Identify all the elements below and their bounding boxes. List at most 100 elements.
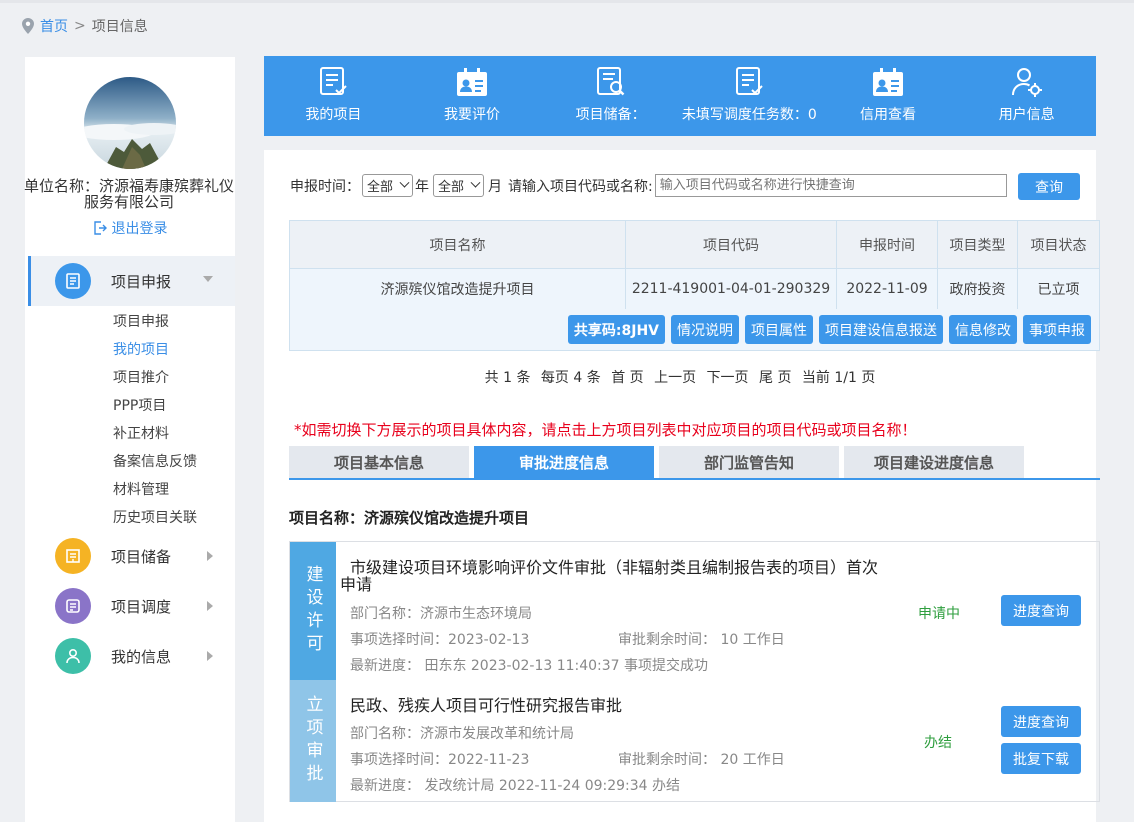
- breadcrumb-current: 项目信息: [91, 19, 148, 35]
- month-unit: 月: [488, 178, 503, 195]
- quick-nav-banner: 我的项目 我要评价 项目储备： 未填写调度任务数：0 信用查看 用户信息: [264, 56, 1096, 136]
- month-select[interactable]: 全部: [433, 174, 485, 197]
- edit-info-button[interactable]: 信息修改: [949, 315, 1017, 344]
- menu-label: 我的信息: [111, 647, 172, 666]
- submenu-item-history-link[interactable]: 历史项目关联: [113, 507, 197, 527]
- nav-evaluate[interactable]: 我要评价: [403, 56, 542, 136]
- search-input[interactable]: [654, 174, 1007, 197]
- switch-notice: *如需切换下方展示的项目具体内容，请点击上方项目列表中对应项目的项目代码或项目名…: [294, 421, 917, 439]
- menu-item-my-info[interactable]: 我的信息: [55, 637, 235, 675]
- pager-prev[interactable]: 上一页: [654, 370, 696, 386]
- category-label: 建设许可: [290, 542, 336, 680]
- approval-dept: 部门名称：济源市发展改革和统计局: [350, 726, 574, 742]
- chevron-down-icon: [203, 276, 213, 282]
- row-actions: 共享码:8JHV 情况说明 项目属性 项目建设信息报送 信息修改 事项申报: [290, 309, 1099, 350]
- submenu-item-materials[interactable]: 材料管理: [113, 479, 169, 499]
- approval-title: 民政、残疾人项目可行性研究报告审批: [350, 696, 623, 715]
- submenu-item-project-promotion[interactable]: 项目推介: [113, 367, 169, 387]
- nav-credit-check[interactable]: 信用查看: [819, 56, 958, 136]
- column-header: 项目名称: [290, 221, 626, 268]
- approval-select-time: 事项选择时间：2023-02-13: [350, 632, 530, 648]
- progress-query-button[interactable]: 进度查询: [1001, 706, 1081, 737]
- nav-project-reserve[interactable]: 项目储备：: [541, 56, 680, 136]
- sidebar: 单位名称：济源福寿康殡葬礼仪服务有限公司 退出登录 项目申报 项目申报 我的项目…: [24, 57, 235, 822]
- category-label: 立项审批: [290, 680, 336, 802]
- chevron-down-icon: [470, 177, 481, 188]
- tab-supervision[interactable]: 部门监管告知: [659, 446, 839, 478]
- unit-name: 单位名称：济源福寿康殡葬礼仪服务有限公司: [23, 177, 234, 211]
- submenu-item-project-declare[interactable]: 项目申报: [113, 311, 169, 331]
- construction-report-button[interactable]: 项目建设信息报送: [819, 315, 943, 344]
- menu-item-project-dispatch[interactable]: 项目调度: [55, 587, 235, 625]
- menu-label: 项目调度: [111, 597, 172, 616]
- submenu-item-supplement[interactable]: 补正材料: [113, 423, 169, 443]
- approval-dept: 部门名称：济源市生态环境局: [350, 606, 532, 622]
- pager-next[interactable]: 下一页: [707, 370, 749, 386]
- menu-label: 项目储备: [111, 547, 172, 566]
- logout-icon: [93, 221, 107, 235]
- column-header: 项目状态: [1030, 237, 1087, 254]
- submenu-item-my-projects[interactable]: 我的项目: [113, 339, 169, 359]
- document-search-icon: [596, 67, 625, 96]
- table-header: 项目名称 项目代码 申报时间 项目类型 项目状态: [290, 221, 1099, 269]
- logout-link[interactable]: 退出登录: [25, 218, 235, 238]
- nav-dispatch-tasks[interactable]: 未填写调度任务数：0: [680, 56, 819, 136]
- nav-label: 我要评价: [444, 107, 500, 123]
- nav-label: 我的项目: [305, 107, 362, 123]
- situation-button[interactable]: 情况说明: [671, 315, 739, 344]
- pager-last[interactable]: 尾 页: [759, 370, 791, 386]
- year-unit: 年: [415, 178, 430, 195]
- project-name-cell[interactable]: 济源殡仪馆改造提升项目: [290, 269, 626, 309]
- breadcrumb-home-link[interactable]: 首页: [40, 16, 68, 36]
- document-check-icon: [320, 67, 348, 95]
- tab-construction-progress[interactable]: 项目建设进度信息: [844, 446, 1024, 478]
- item-declare-button[interactable]: 事项申报: [1023, 315, 1091, 344]
- status-badge: 办结: [924, 735, 952, 751]
- filter-bar: 申报时间： 全部 年 全部 月 请输入项目代码或名称:: [290, 174, 1007, 197]
- submenu-item-ppp[interactable]: PPP项目: [113, 395, 166, 415]
- menu-item-project-declare[interactable]: 项目申报: [55, 262, 235, 300]
- declare-date-cell: 2022-11-09: [837, 269, 938, 309]
- query-button[interactable]: 查询: [1018, 173, 1080, 200]
- submenu-item-filing-feedback[interactable]: 备案信息反馈: [113, 451, 197, 471]
- nav-label: 项目储备：: [575, 107, 646, 123]
- filter-time-label: 申报时间：: [290, 178, 360, 195]
- document-icon: [55, 263, 91, 299]
- approval-download-button[interactable]: 批复下载: [1001, 743, 1081, 774]
- progress-query-button[interactable]: 进度查询: [1001, 595, 1081, 626]
- id-card-icon: [457, 68, 487, 96]
- pager-first[interactable]: 首 页: [611, 370, 643, 386]
- task-list-icon: [736, 67, 764, 95]
- project-status-cell: 已立项: [1037, 282, 1080, 298]
- nav-label: 用户信息: [998, 107, 1055, 123]
- month-select-value: 全部: [438, 180, 465, 195]
- breadcrumb-separator: >: [74, 18, 86, 34]
- approval-remaining-time: 审批剩余时间： 20 工作日: [618, 752, 785, 768]
- detail-tabs: 项目基本信息 审批进度信息 部门监管告知 项目建设进度信息: [289, 446, 1100, 480]
- chevron-right-icon: [207, 601, 213, 611]
- approval-remaining-time: 审批剩余时间： 10 工作日: [618, 632, 785, 648]
- pager-per-page: 每页 4 条: [540, 370, 601, 386]
- pager-total: 共 1 条: [484, 370, 531, 386]
- archive-icon: [55, 538, 91, 574]
- logout-label: 退出登录: [111, 221, 168, 237]
- column-header: 申报时间: [837, 221, 938, 268]
- tab-approval-progress[interactable]: 审批进度信息: [474, 446, 654, 478]
- year-select[interactable]: 全部: [362, 174, 414, 197]
- tab-basic-info[interactable]: 项目基本信息: [289, 446, 469, 478]
- top-border: [0, 0, 1134, 3]
- share-code-button[interactable]: 共享码:8JHV: [567, 315, 665, 344]
- attributes-button[interactable]: 项目属性: [745, 315, 813, 344]
- table-row[interactable]: 济源殡仪馆改造提升项目 2211-419001-04-01-290329 202…: [290, 269, 1099, 309]
- list-icon: [55, 588, 91, 624]
- column-header: 项目类型: [938, 221, 1018, 268]
- approval-latest-progress: 最新进度： 田东东 2023-02-13 11:40:37 事项提交成功: [350, 658, 709, 674]
- project-code-cell[interactable]: 2211-419001-04-01-290329: [626, 269, 837, 309]
- nav-label: 未填写调度任务数：0: [681, 107, 817, 123]
- nav-user-info[interactable]: 用户信息: [957, 56, 1096, 136]
- approval-list: 建设许可 市级建设项目环境影响评价文件审批（非辐射类且编制报告表的项目）首次申请…: [289, 541, 1100, 802]
- breadcrumb: 首页 > 项目信息: [22, 16, 148, 36]
- nav-my-projects[interactable]: 我的项目: [264, 56, 403, 136]
- menu-item-project-reserve[interactable]: 项目储备: [55, 537, 235, 575]
- location-pin-icon: [22, 18, 34, 34]
